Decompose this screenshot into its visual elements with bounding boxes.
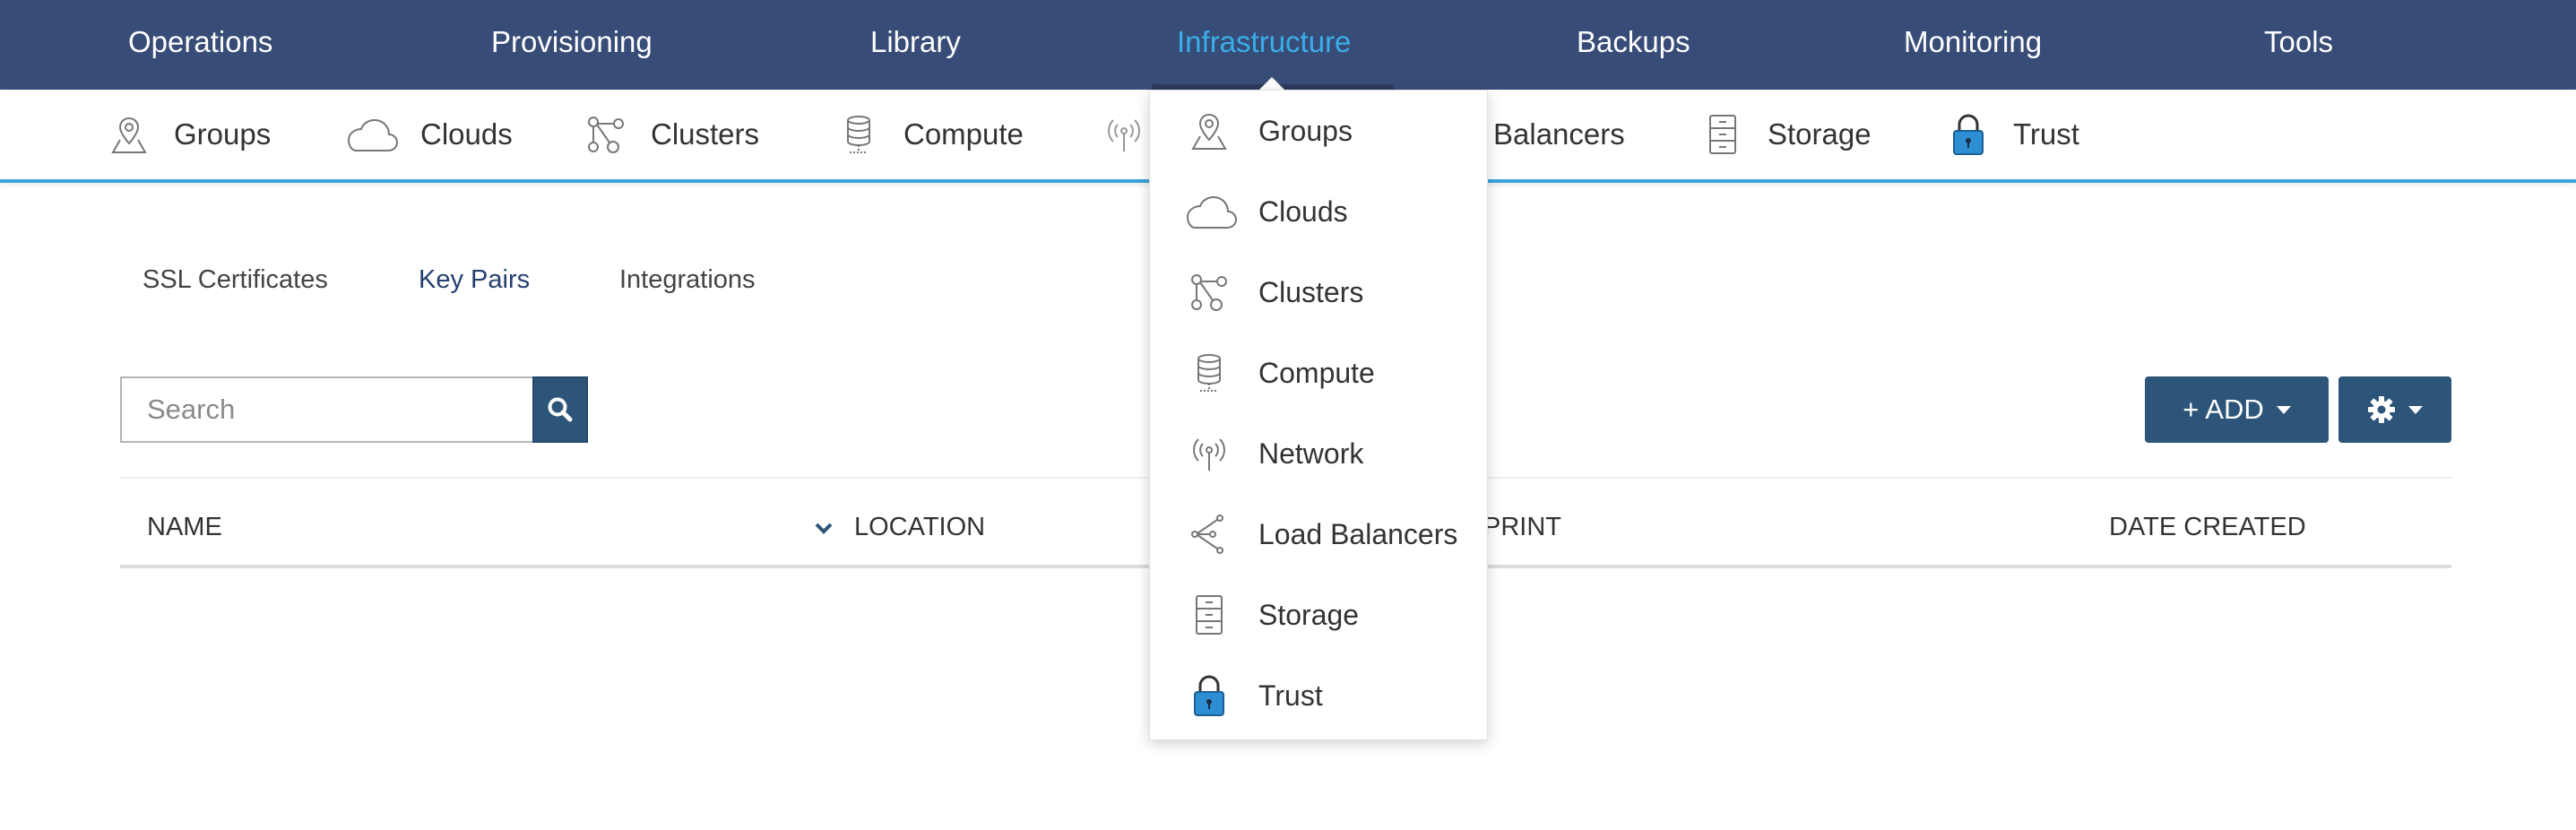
subnav-storage-label: Storage: [1768, 117, 1871, 151]
load-balancer-icon: [1186, 511, 1232, 558]
subnav-groups[interactable]: Groups: [106, 90, 271, 179]
column-header-location[interactable]: LOCATION: [854, 513, 985, 542]
subnav-clouds-label: Clouds: [420, 117, 513, 151]
antenna-icon: [1186, 430, 1232, 477]
dropdown-item-label: Load Balancers: [1258, 517, 1458, 550]
column-header-date-created[interactable]: DATE CREATED: [2109, 513, 2306, 542]
subnav-trust-label: Trust: [2013, 117, 2079, 151]
dropdown-item-label: Network: [1258, 437, 1364, 470]
file-cabinet-icon: [1186, 592, 1232, 638]
search-bar: [120, 376, 588, 443]
sort-descending-icon[interactable]: [814, 522, 834, 536]
antenna-icon: [1101, 111, 1147, 158]
file-cabinet-icon: [1699, 111, 1746, 158]
database-icon: [1186, 350, 1232, 396]
subnav-clusters[interactable]: Clusters: [583, 90, 759, 179]
subnav-trust[interactable]: Trust: [1945, 90, 2079, 179]
dropdown-item-label: Clusters: [1258, 275, 1364, 308]
infrastructure-dropdown-menu: Groups Clouds Clusters Compute Network L…: [1149, 90, 1488, 740]
dropdown-item-label: Groups: [1258, 114, 1353, 147]
tab-integrations[interactable]: Integrations: [619, 265, 756, 295]
dropdown-item-trust[interactable]: Trust: [1150, 655, 1489, 736]
cluster-icon: [1186, 269, 1232, 316]
subnav-compute[interactable]: Compute: [835, 90, 1024, 179]
topnav-tools[interactable]: Tools: [2264, 0, 2333, 90]
dropdown-item-groups[interactable]: Groups: [1150, 91, 1489, 171]
cloud-icon: [343, 111, 399, 158]
topnav-infrastructure[interactable]: Infrastructure: [1177, 0, 1351, 90]
subnav-balancers[interactable]: Balancers: [1493, 90, 1625, 179]
map-pin-icon: [1186, 108, 1232, 154]
column-header-fingerprint[interactable]: PRINT: [1483, 513, 1561, 542]
search-button[interactable]: [532, 376, 588, 443]
dropdown-item-label: Trust: [1258, 679, 1323, 712]
subnav-compute-label: Compute: [903, 117, 1024, 151]
topnav-monitoring[interactable]: Monitoring: [1904, 0, 2042, 90]
topnav-provisioning[interactable]: Provisioning: [491, 0, 653, 90]
chevron-down-icon: [2276, 405, 2291, 414]
add-button-label: + ADD: [2183, 393, 2264, 425]
topnav-operations[interactable]: Operations: [128, 0, 272, 90]
subnav-clusters-label: Clusters: [651, 117, 760, 151]
dropdown-item-storage[interactable]: Storage: [1150, 575, 1489, 655]
dropdown-item-clouds[interactable]: Clouds: [1150, 171, 1489, 252]
map-pin-icon: [106, 111, 152, 158]
topnav-library[interactable]: Library: [870, 0, 961, 90]
subnav-balancers-label: Balancers: [1493, 117, 1625, 151]
dropdown-caret: [1259, 77, 1284, 90]
database-icon: [835, 111, 882, 158]
dropdown-item-label: Storage: [1258, 598, 1360, 631]
search-icon: [548, 397, 573, 422]
lock-icon: [1186, 672, 1232, 719]
add-button[interactable]: + ADD: [2145, 376, 2329, 443]
subnav-storage[interactable]: Storage: [1699, 90, 1871, 179]
search-input[interactable]: [120, 376, 532, 443]
lock-icon: [1945, 111, 1992, 158]
topnav-backups[interactable]: Backups: [1577, 0, 1690, 90]
settings-button[interactable]: [2338, 376, 2451, 443]
dropdown-item-label: Compute: [1258, 356, 1375, 389]
dropdown-item-clusters[interactable]: Clusters: [1150, 252, 1489, 333]
cluster-icon: [583, 111, 629, 158]
column-header-name[interactable]: NAME: [147, 513, 222, 542]
subnav-network-partial[interactable]: [1101, 90, 1147, 179]
dropdown-item-load-balancers[interactable]: Load Balancers: [1150, 494, 1489, 575]
dropdown-item-network[interactable]: Network: [1150, 413, 1489, 494]
chevron-down-icon: [2408, 405, 2423, 414]
cloud-icon: [1182, 188, 1238, 235]
dropdown-item-label: Clouds: [1258, 195, 1348, 228]
top-navigation: Operations Provisioning Library Infrastr…: [0, 0, 2576, 90]
dropdown-item-compute[interactable]: Compute: [1150, 333, 1489, 413]
tab-key-pairs[interactable]: Key Pairs: [419, 265, 530, 295]
gear-icon: [2368, 396, 2395, 423]
tab-ssl-certificates[interactable]: SSL Certificates: [143, 265, 328, 295]
subnav-groups-label: Groups: [174, 117, 272, 151]
subnav-clouds[interactable]: Clouds: [343, 90, 513, 179]
